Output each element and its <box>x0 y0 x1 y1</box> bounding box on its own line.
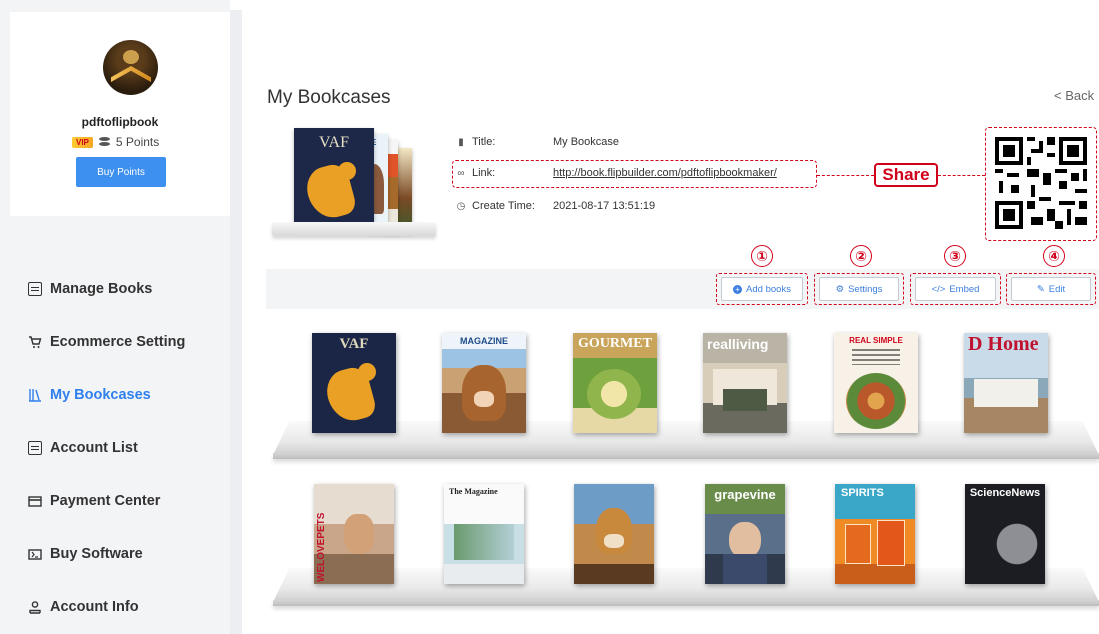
book-title: MAGAZINE <box>442 333 526 349</box>
sidebar-item-manage-books[interactable]: Manage Books <box>28 262 185 315</box>
share-connector-left <box>817 175 874 176</box>
step-2-marker: ② <box>850 245 872 267</box>
book-grapevine[interactable]: grapevine <box>705 484 785 584</box>
clock-icon: ◷ <box>456 201 466 212</box>
gear-icon: ⚙ <box>835 283 845 295</box>
cover-front-vaf: VAF <box>294 128 374 230</box>
manage-books-icon <box>28 281 42 296</box>
sidebar-divider <box>230 10 242 634</box>
book-spirits[interactable]: SPIRITS <box>835 484 915 584</box>
sidebar-item-label: My Bookcases <box>50 386 151 403</box>
book-d-home[interactable]: D Home <box>964 333 1048 433</box>
book-title: realliving <box>707 336 769 352</box>
plus-circle-icon: + <box>733 284 743 294</box>
software-icon <box>28 547 42 561</box>
sidebar-item-label: Buy Software <box>50 545 143 562</box>
book-dog-magazine[interactable] <box>574 484 654 584</box>
book-sciencenews[interactable]: ScienceNews <box>965 484 1045 584</box>
book-title: SPIRITS <box>841 487 884 499</box>
create-time-value: 2021-08-17 13:51:19 <box>553 200 656 212</box>
add-books-label: Add books <box>746 283 791 295</box>
book-title: The Magazine <box>449 487 498 496</box>
book-title: WELOVEPETS <box>316 512 327 582</box>
sidebar-item-label: Payment Center <box>50 492 161 509</box>
book-vaf[interactable]: VAF <box>312 333 396 433</box>
book-title: GOURMET <box>578 336 652 351</box>
embed-label: Embed <box>949 283 980 295</box>
sidebar-item-payment-center[interactable]: Payment Center <box>28 474 185 527</box>
sidebar: pdftoflipbook VIP 5 Points Buy Points Ma… <box>0 0 230 634</box>
avatar-glow <box>123 50 139 64</box>
settings-button[interactable]: ⚙ Settings <box>819 277 899 301</box>
username: pdftoflipbook <box>81 115 159 129</box>
book-title: ScienceNews <box>969 487 1041 499</box>
shelf-2-edge <box>273 600 1099 606</box>
bookcase-cover-preview: ZINE VAF <box>272 126 436 258</box>
points-label: 5 Points <box>115 135 160 149</box>
bar-chart-icon: ▮ <box>458 137 464 148</box>
share-annotation: Share <box>874 163 938 187</box>
cart-icon <box>28 335 42 349</box>
embed-button[interactable]: </> Embed <box>915 277 996 301</box>
info-title-row: ▮ Title: My Bookcase <box>455 136 619 148</box>
book-realliving[interactable]: realliving <box>703 333 787 433</box>
card-icon <box>28 494 42 508</box>
buy-points-button[interactable]: Buy Points <box>76 157 166 187</box>
book-the-magazine[interactable]: The Magazine <box>444 484 524 584</box>
info-time-row: ◷ Create Time: 2021-08-17 13:51:19 <box>455 200 656 212</box>
sidebar-item-label: Account Info <box>50 598 139 615</box>
sidebar-item-label: Ecommerce Setting <box>50 333 186 350</box>
sidebar-item-label: Account List <box>50 439 138 456</box>
sidebar-item-ecommerce-setting[interactable]: Ecommerce Setting <box>28 315 185 368</box>
list-icon <box>28 440 42 455</box>
pencil-icon: ✎ <box>1036 283 1045 295</box>
sidebar-nav: Manage Books Ecommerce Setting My Bookca… <box>28 262 185 633</box>
preview-shelf <box>272 222 436 236</box>
shelf-1-edge <box>273 453 1099 459</box>
step-1-marker: ① <box>751 245 773 267</box>
title-value: My Bookcase <box>553 136 620 148</box>
page-title: My Bookcases <box>267 87 391 108</box>
sidebar-item-buy-software[interactable]: Buy Software <box>28 527 185 580</box>
vip-badge: VIP <box>72 136 93 148</box>
title-label: Title: <box>472 136 496 148</box>
book-welovepets[interactable]: WELOVEPETS <box>314 484 394 584</box>
book-magazine-cow[interactable]: MAGAZINE <box>442 333 526 433</box>
book-title: grapevine <box>714 487 776 502</box>
cover-title: VAF <box>319 134 349 151</box>
coins-icon <box>98 137 110 147</box>
qr-code[interactable] <box>991 133 1091 233</box>
link-annotation-box <box>452 160 817 188</box>
time-label: Create Time: <box>472 200 535 212</box>
share-connector-right <box>938 175 985 176</box>
avatar-book <box>111 66 151 82</box>
code-icon: </> <box>931 283 946 295</box>
book-title: REAL SIMPLE <box>849 336 903 345</box>
edit-button[interactable]: ✎ Edit <box>1011 277 1091 301</box>
sidebar-item-label: Manage Books <box>50 280 153 297</box>
points-row: VIP 5 Points <box>72 134 159 150</box>
book-real-simple[interactable]: REAL SIMPLE <box>834 333 918 433</box>
book-title: D Home <box>968 333 1039 355</box>
book-gourmet[interactable]: GOURMET <box>573 333 657 433</box>
step-4-marker: ④ <box>1043 245 1065 267</box>
sidebar-item-my-bookcases[interactable]: My Bookcases <box>28 368 185 421</box>
sidebar-item-account-list[interactable]: Account List <box>28 421 185 474</box>
user-icon <box>28 600 42 614</box>
profile-card: pdftoflipbook VIP 5 Points Buy Points <box>10 12 230 216</box>
settings-label: Settings <box>848 283 883 295</box>
book-title: VAF <box>339 336 369 352</box>
bookcase-icon <box>28 388 42 402</box>
step-3-marker: ③ <box>944 245 966 267</box>
avatar[interactable] <box>103 40 158 95</box>
add-books-button[interactable]: + Add books <box>721 277 803 301</box>
edit-label: Edit <box>1048 283 1066 295</box>
sidebar-item-account-info[interactable]: Account Info <box>28 580 185 633</box>
back-link[interactable]: < Back <box>1054 88 1094 103</box>
